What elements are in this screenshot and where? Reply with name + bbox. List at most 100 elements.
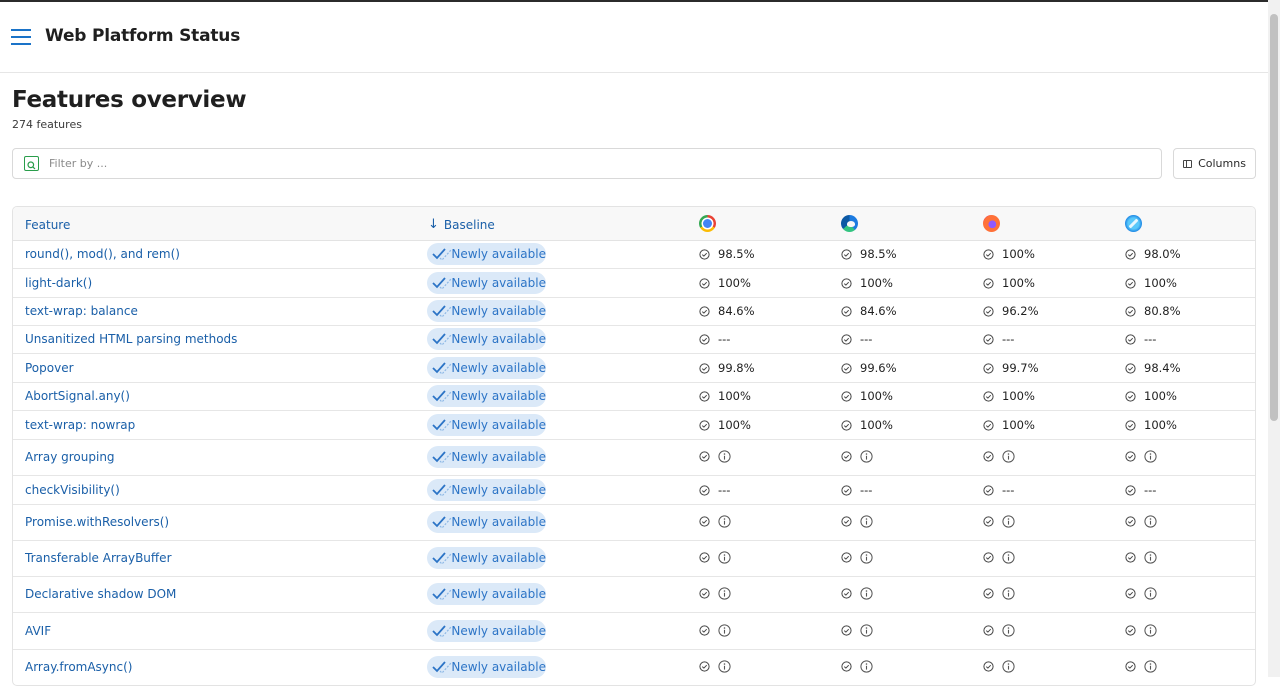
baseline-badge[interactable]: Newly available — [427, 243, 546, 265]
feature-link[interactable]: Array.fromAsync() — [25, 660, 132, 674]
feature-link[interactable]: AVIF — [25, 624, 51, 638]
info-icon[interactable] — [1144, 624, 1157, 637]
info-icon[interactable] — [1144, 450, 1157, 463]
chrome-logo-icon[interactable] — [699, 215, 716, 232]
table-row: checkVisibility() Newly available --- --- --… — [13, 476, 1255, 505]
info-icon[interactable] — [860, 450, 873, 463]
baseline-badge[interactable]: Newly available — [427, 583, 546, 605]
info-icon[interactable] — [1144, 551, 1157, 564]
feature-link[interactable]: Transferable ArrayBuffer — [25, 551, 172, 565]
baseline-badge[interactable]: Newly available — [427, 620, 546, 642]
info-icon[interactable] — [860, 624, 873, 637]
check-circle-icon — [1125, 484, 1136, 496]
baseline-badge[interactable]: Newly available — [427, 547, 546, 569]
feature-link[interactable]: Array grouping — [25, 450, 115, 464]
check-circle-icon — [983, 661, 994, 672]
feature-link[interactable]: Unsanitized HTML parsing methods — [25, 332, 237, 346]
firefox-support-cell: 100% — [983, 418, 1035, 432]
column-header-baseline-label: Baseline — [443, 217, 495, 232]
baseline-badge[interactable]: Newly available — [427, 656, 546, 678]
table-row: light-dark() Newly available 100% 100% 100% 1… — [13, 269, 1255, 298]
info-icon[interactable] — [1002, 587, 1015, 600]
feature-link[interactable]: Promise.withResolvers() — [25, 515, 169, 529]
check-circle-icon — [983, 390, 994, 402]
edge-logo-icon[interactable] — [841, 215, 858, 232]
baseline-badge-label: Newly available — [451, 361, 546, 375]
feature-link[interactable]: Declarative shadow DOM — [25, 587, 176, 601]
edge-support-cell: --- — [841, 332, 872, 346]
support-percentage: --- — [860, 332, 873, 346]
column-header-baseline[interactable]: ↓ Baseline — [428, 217, 495, 232]
app-header: Web Platform Status — [0, 2, 1268, 73]
columns-button[interactable]: Columns — [1173, 148, 1256, 179]
info-icon[interactable] — [718, 587, 731, 600]
check-circle-icon — [1125, 248, 1136, 260]
support-percentage: --- — [860, 483, 873, 497]
check-circle-icon — [1125, 451, 1136, 462]
info-icon[interactable] — [860, 515, 873, 528]
edge-support-cell: 100% — [841, 276, 893, 290]
check-circle-icon — [1125, 661, 1136, 672]
firefox-support-cell — [983, 515, 1015, 528]
check-circle-icon — [983, 362, 994, 374]
baseline-badge[interactable]: Newly available — [427, 414, 546, 436]
feature-link[interactable]: checkVisibility() — [25, 483, 120, 497]
edge-support-cell — [841, 515, 873, 528]
info-icon[interactable] — [1002, 660, 1015, 673]
app-title[interactable]: Web Platform Status — [45, 26, 240, 46]
info-icon[interactable] — [860, 587, 873, 600]
hamburger-menu-icon[interactable] — [11, 29, 31, 46]
support-percentage: --- — [718, 483, 731, 497]
feature-link[interactable]: text-wrap: balance — [25, 304, 138, 318]
firefox-support-cell — [983, 587, 1015, 600]
baseline-badge[interactable]: Newly available — [427, 272, 546, 294]
info-icon[interactable] — [718, 660, 731, 673]
baseline-check-icon — [432, 587, 452, 601]
feature-link[interactable]: round(), mod(), and rem() — [25, 247, 180, 261]
info-icon[interactable] — [860, 551, 873, 564]
baseline-badge-label: Newly available — [451, 276, 546, 290]
info-icon[interactable] — [718, 624, 731, 637]
check-circle-icon — [699, 516, 710, 527]
table-row: AbortSignal.any() Newly available 100% 100%… — [13, 383, 1255, 411]
support-percentage: --- — [1144, 332, 1157, 346]
baseline-badge[interactable]: Newly available — [427, 328, 546, 350]
check-circle-icon — [1125, 390, 1136, 402]
info-icon[interactable] — [1002, 450, 1015, 463]
filter-bar[interactable] — [12, 148, 1162, 179]
support-percentage: 100% — [718, 276, 751, 290]
baseline-badge[interactable]: Newly available — [427, 357, 546, 379]
baseline-badge[interactable]: Newly available — [427, 511, 546, 533]
feature-link[interactable]: text-wrap: nowrap — [25, 418, 135, 432]
feature-link[interactable]: light-dark() — [25, 276, 92, 290]
baseline-check-icon — [432, 276, 452, 290]
page-scrollbar[interactable] — [1268, 0, 1280, 677]
filter-input[interactable] — [49, 154, 1149, 173]
baseline-badge[interactable]: Newly available — [427, 385, 546, 407]
info-icon[interactable] — [1144, 660, 1157, 673]
safari-logo-icon[interactable] — [1125, 215, 1142, 232]
info-icon[interactable] — [1002, 515, 1015, 528]
baseline-badge[interactable]: Newly available — [427, 446, 546, 468]
feature-link[interactable]: AbortSignal.any() — [25, 389, 130, 403]
info-icon[interactable] — [718, 450, 731, 463]
info-icon[interactable] — [1144, 587, 1157, 600]
scrollbar-thumb[interactable] — [1270, 14, 1278, 421]
check-circle-icon — [699, 248, 710, 260]
check-circle-icon — [841, 484, 852, 496]
column-header-feature[interactable]: Feature — [25, 218, 70, 232]
search-icon — [24, 156, 39, 171]
columns-button-label: Columns — [1198, 157, 1246, 170]
table-row: Promise.withResolvers() Newly available — [13, 505, 1255, 541]
safari-support-cell — [1125, 660, 1157, 673]
baseline-badge[interactable]: Newly available — [427, 479, 546, 501]
info-icon[interactable] — [1002, 551, 1015, 564]
baseline-badge[interactable]: Newly available — [427, 300, 546, 322]
info-icon[interactable] — [718, 551, 731, 564]
info-icon[interactable] — [718, 515, 731, 528]
info-icon[interactable] — [1002, 624, 1015, 637]
feature-link[interactable]: Popover — [25, 361, 74, 375]
info-icon[interactable] — [1144, 515, 1157, 528]
firefox-logo-icon[interactable] — [983, 215, 1000, 232]
info-icon[interactable] — [860, 660, 873, 673]
